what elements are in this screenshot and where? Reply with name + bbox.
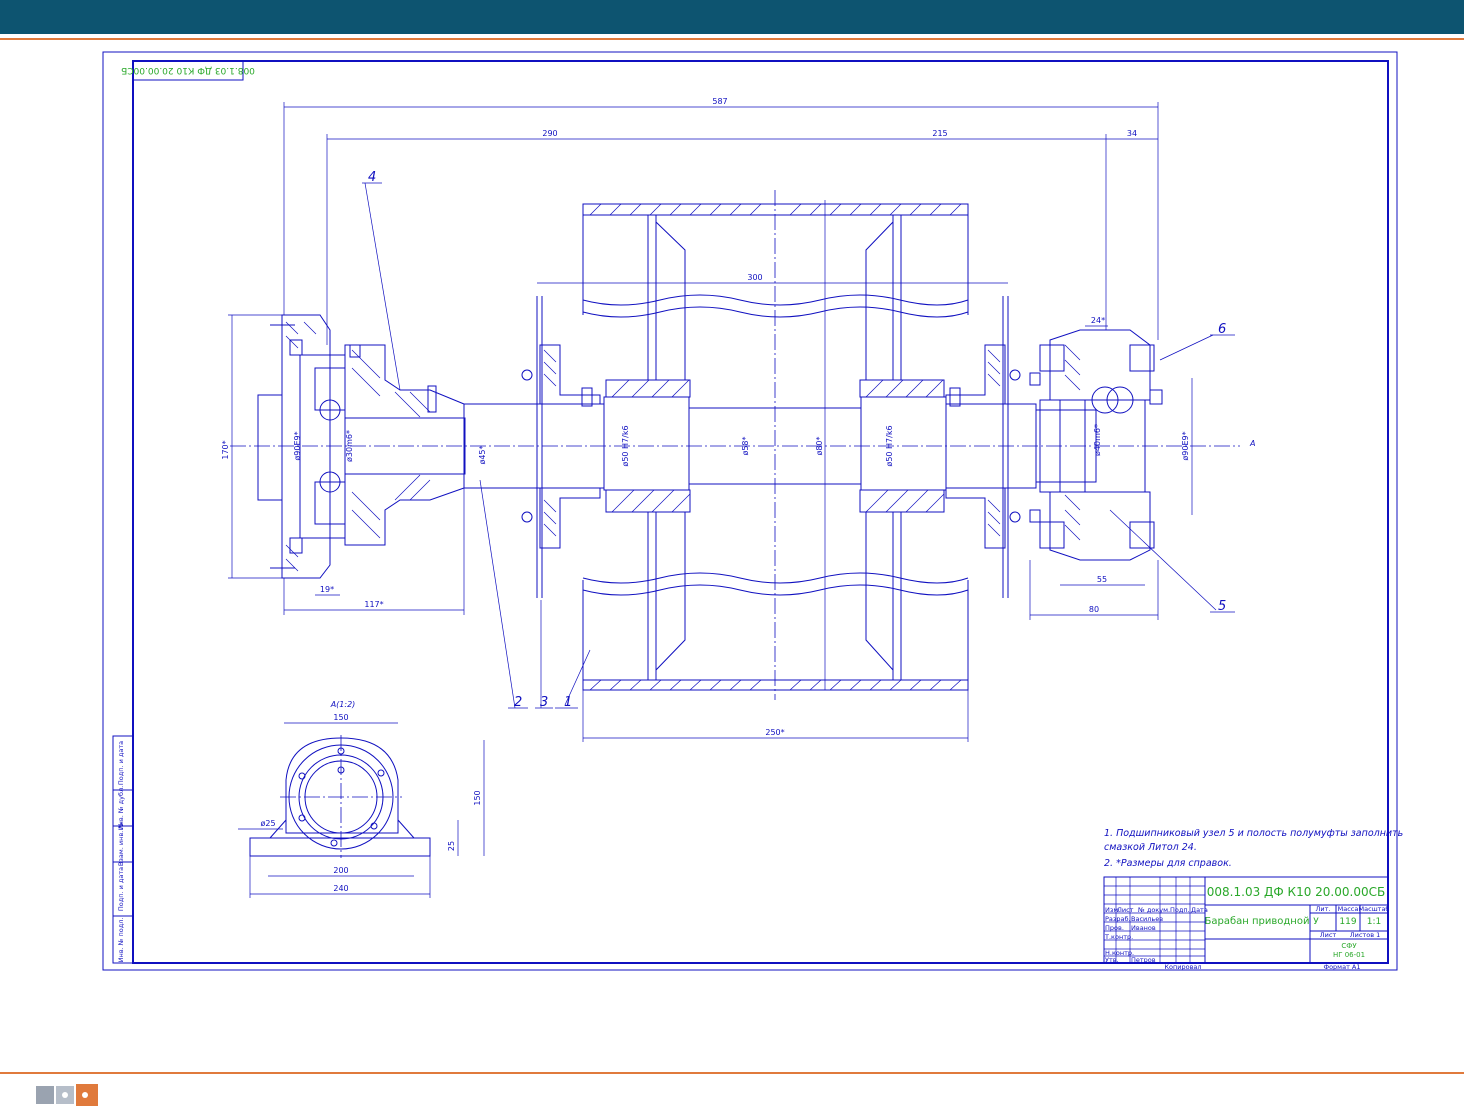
- view-a-dim-d25: ø25: [260, 819, 275, 828]
- dim-overall: 587: [712, 97, 727, 106]
- title-row-doc: Лист: [1117, 906, 1134, 914]
- dim-left-span: 290: [542, 129, 557, 138]
- side-strip-label: Подп. и дата: [117, 741, 125, 785]
- svg-text:008.1.03 ДФ К10 20.00.00СБ: 008.1.03 ДФ К10 20.00.00СБ: [121, 65, 255, 75]
- title-row-role: Пров.: [1105, 924, 1124, 932]
- position-2: 2: [514, 695, 522, 710]
- view-a-dim-200: 200: [333, 866, 348, 875]
- title-lit-value: У: [1313, 917, 1319, 927]
- dim-drum-dia: ø80*: [815, 436, 824, 455]
- dim-left-width: 117*: [364, 600, 383, 609]
- title-col-scale: Масштаб: [1359, 905, 1390, 913]
- title-row-sign: Подп.: [1170, 906, 1190, 914]
- title-col-mass: Масса: [1338, 905, 1359, 913]
- title-row-date: Дата: [1191, 906, 1208, 914]
- dim-shaft-50b: ø50 H7/k6: [885, 425, 894, 466]
- dim-right-shaft: ø40m6*: [1093, 424, 1102, 456]
- drum-shell: [582, 200, 969, 691]
- note-line: 1. Подшипниковый узел 5 и полость полуму…: [1104, 828, 1403, 839]
- position-leaders: 1 2 3 4 5 6: [362, 170, 1235, 710]
- title-col-lit: Лит.: [1316, 905, 1331, 913]
- dim-left-small: 19*: [320, 585, 334, 594]
- technical-notes: 1. Подшипниковый узел 5 и полость полуму…: [1104, 828, 1403, 869]
- view-a-dim-150w: 150: [333, 713, 348, 722]
- side-strip-label: Инв. № дубл.: [117, 786, 125, 830]
- dim-right-span: 215: [932, 129, 947, 138]
- view-a-dim-150h: 150: [473, 790, 482, 805]
- left-seal: [521, 296, 601, 598]
- right-seal: [945, 296, 1021, 598]
- title-copied: Копировал: [1164, 963, 1201, 971]
- company-logo: [36, 1084, 98, 1106]
- side-strip-label: Подп. и дата: [117, 867, 125, 911]
- dim-right-end: 34: [1127, 129, 1137, 138]
- position-3: 3: [540, 695, 548, 710]
- view-a: А(1:2) 150 150 25 ø25 200 240: [238, 700, 485, 898]
- side-strip-label: Инв. № подл.: [117, 918, 125, 963]
- title-row-role: Разраб.: [1105, 915, 1131, 923]
- title-org-line1: СФУ: [1341, 942, 1357, 950]
- position-6: 6: [1218, 322, 1226, 337]
- dim-left-height: 170*: [221, 440, 230, 459]
- dim-left-shaft: ø30m6*: [345, 430, 354, 462]
- title-designation: 008.1.03 ДФ К10 20.00.00СБ: [1207, 885, 1385, 899]
- dim-shaft-45: ø45*: [478, 445, 487, 464]
- title-row-name: № докум.: [1137, 906, 1170, 914]
- position-5: 5: [1218, 599, 1226, 614]
- title-row-name: Иванов: [1131, 924, 1156, 932]
- title-scale-value: 1:1: [1367, 917, 1381, 927]
- title-sheets-label: Листов 1: [1350, 931, 1380, 939]
- position-1: 1: [564, 695, 572, 710]
- position-4: 4: [368, 170, 376, 185]
- left-coupling-assembly: [257, 314, 466, 579]
- side-strip: Инв. № подл. Подп. и дата Взам. инв. № И…: [112, 735, 134, 964]
- title-mass-value: 119: [1339, 917, 1356, 927]
- dim-right-dia: ø90E9*: [1181, 431, 1190, 460]
- dim-shaft-58: ø58*: [741, 436, 750, 455]
- note-line: смазкой Литол 24.: [1104, 842, 1197, 853]
- view-a-title: А(1:2): [330, 700, 356, 709]
- view-mark: A: [1249, 439, 1255, 448]
- title-org-line2: НГ 06-01: [1333, 951, 1365, 959]
- inverted-stamp: 008.1.03 ДФ К10 20.00.00СБ: [121, 60, 255, 81]
- dim-shaft-50: ø50 H7/k6: [621, 425, 630, 466]
- title-block: 008.1.03 ДФ К10 20.00.00СБ Барабан приво…: [1103, 876, 1390, 971]
- title-name: Барабан приводной: [1205, 916, 1310, 927]
- dim-drum-len: 250*: [765, 728, 784, 737]
- dimensions-main: 587 290 215 34 300 250* 170* 117* 19* 24…: [221, 97, 1255, 742]
- engineering-drawing: 008.1.03 ДФ К10 20.00.00СБ Инв. № подл. …: [102, 51, 1403, 971]
- title-format: Формат А1: [1323, 963, 1360, 971]
- view-a-dim-240: 240: [333, 884, 348, 893]
- title-row-name: Петров: [1131, 956, 1156, 964]
- title-row-role: Утв.: [1105, 956, 1119, 964]
- dim-right-24: 24*: [1091, 316, 1105, 325]
- title-sheet-label: Лист: [1320, 931, 1337, 939]
- dim-drum-inner: 300: [747, 273, 762, 282]
- dim-right-55: 55: [1097, 575, 1107, 584]
- note-line: 2. *Размеры для справок.: [1104, 858, 1232, 869]
- view-a-dim-25: 25: [447, 841, 456, 851]
- title-row-role: Т.контр.: [1104, 933, 1133, 941]
- title-row-name: Васильев: [1131, 915, 1163, 923]
- dim-left-dia: ø90E9*: [293, 431, 302, 460]
- dim-right-80: 80: [1089, 605, 1099, 614]
